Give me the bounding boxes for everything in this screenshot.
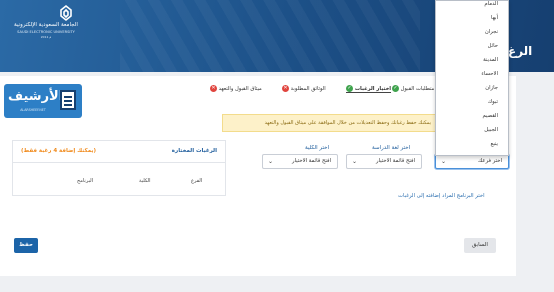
column-header-program: البرنامج (77, 178, 94, 184)
dropdown-option[interactable]: ينبع (436, 137, 508, 151)
archive-logo-word: الأرشيف (8, 89, 64, 104)
logo-english-name: SAUDI ELECTRONIC UNIVERSITY (17, 30, 75, 34)
college-select[interactable]: ⌄ افتح قائمة الاختيار (262, 154, 338, 169)
dropdown-option[interactable]: حائل (436, 39, 508, 53)
dropdown-option[interactable]: القصيم (436, 109, 508, 123)
archive-watermark-logo: الأرشيف ALARSHEEF.NET (4, 84, 82, 118)
dropdown-option[interactable]: نجران (436, 25, 508, 39)
program-hint-link[interactable]: اختر البرنامج المراد إضافته إلى الرغبات (398, 193, 485, 199)
dropdown-option[interactable]: الجبيل (436, 123, 508, 137)
step-admission-charter[interactable]: ✕ ميثاق القبول والتعهد (210, 85, 262, 92)
step-label: الوثائق المطلوبة (290, 86, 326, 92)
error-x-icon: ✕ (282, 85, 289, 92)
dropdown-option[interactable]: الاحساء (436, 67, 508, 81)
language-select[interactable]: ⌄ افتح قائمة الاختيار (346, 154, 422, 169)
dropdown-option[interactable]: أبها (436, 11, 508, 25)
header-pattern (120, 0, 420, 72)
column-header-college: الكلية (139, 178, 151, 184)
logo-mark-icon (60, 4, 72, 22)
dropdown-option[interactable]: تبوك (436, 95, 508, 109)
step-required-documents[interactable]: ✕ الوثائق المطلوبة (282, 85, 326, 92)
branch-select[interactable]: ⌄ اختر فرعك (435, 154, 509, 169)
language-label: اختر لغة الدراسة (372, 145, 411, 151)
save-button[interactable]: حفظ (14, 238, 38, 253)
previous-button[interactable]: السابق (464, 238, 496, 253)
selected-panel-limit-note: (يمكنك إضافة 4 رغبة فقط) (21, 148, 97, 154)
college-select-value: افتح قائمة الاختيار (291, 158, 331, 164)
step-label: ميثاق القبول والتعهد (218, 86, 262, 92)
error-x-icon: ✕ (210, 85, 217, 92)
step-tabs: ✕ ميثاق القبول والتعهد ✕ الوثائق المطلوب… (170, 85, 440, 95)
archive-logo-url: ALARSHEEF.NET (20, 108, 46, 112)
document-icon (60, 90, 76, 110)
selected-panel-title: الرغبات المختارة (171, 148, 217, 154)
selected-panel-header: الرغبات المختارة (يمكنك إضافة 4 رغبة فقط… (13, 141, 225, 163)
step-label: متطلبات القبول (400, 86, 435, 92)
logo-arabic-name: الجامعة السعودية الإلكترونية (14, 22, 78, 28)
chevron-down-icon: ⌄ (441, 158, 447, 165)
college-label: اختر الكلية (305, 145, 330, 151)
check-icon: ✓ (392, 85, 399, 92)
page-title: الرغ (508, 44, 533, 58)
dropdown-option[interactable]: جازان (436, 81, 508, 95)
step-choose-preferences[interactable]: ✓ اختيار الرغبات (346, 85, 392, 93)
chevron-down-icon: ⌄ (268, 158, 274, 165)
column-header-branch: الفرع (191, 178, 203, 184)
warning-alert: يمكنك حفظ رغباتك وحفظ التعديلات من خلال … (222, 114, 440, 132)
step-label: اختيار الرغبات (354, 86, 392, 92)
dropdown-option[interactable]: الدمام (436, 1, 508, 11)
dropdown-option[interactable]: المدينة (436, 53, 508, 67)
branch-select-value: اختر فرعك (477, 158, 502, 164)
selected-preferences-panel: الرغبات المختارة (يمكنك إضافة 4 رغبة فقط… (12, 140, 226, 196)
branch-dropdown-list[interactable]: الدمام أبها نجران حائل المدينة الاحساء ج… (435, 0, 509, 156)
language-select-value: افتح قائمة الاختيار (375, 158, 415, 164)
logo-year: 2011 م (40, 35, 52, 39)
check-icon: ✓ (346, 85, 353, 92)
step-admission-requirements[interactable]: ✓ متطلبات القبول (392, 85, 434, 92)
chevron-down-icon: ⌄ (352, 158, 358, 165)
alert-text: يمكنك حفظ رغباتك وحفظ التعديلات من خلال … (264, 120, 431, 126)
university-logo[interactable]: الجامعة السعودية الإلكترونية SAUDI ELECT… (6, 4, 86, 44)
